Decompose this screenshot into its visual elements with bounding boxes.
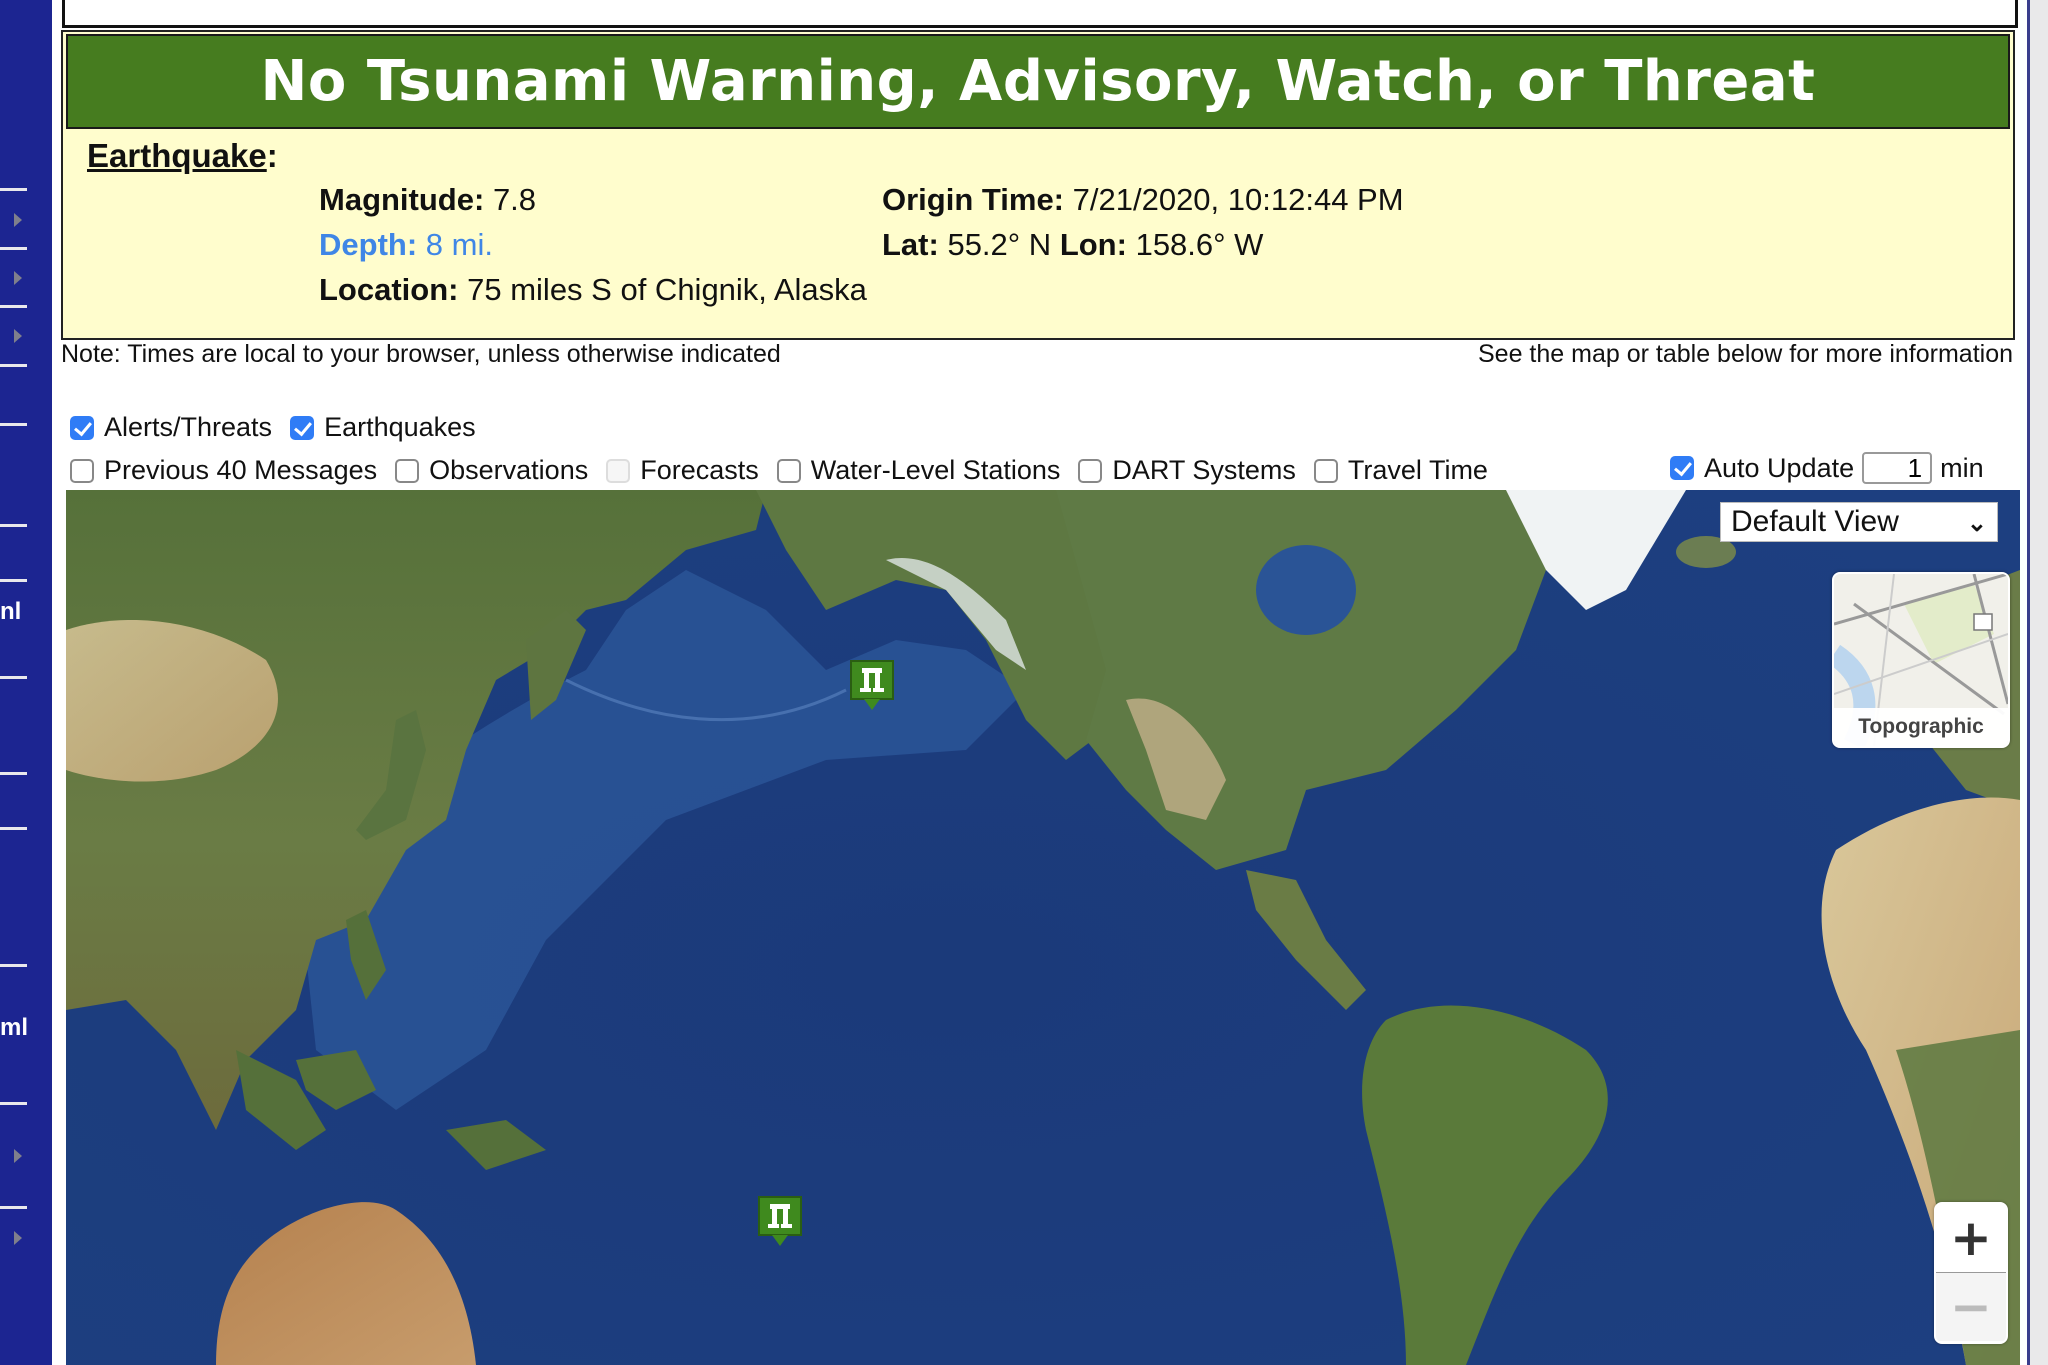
sidebar-divider — [0, 247, 27, 250]
more-info-note: See the map or table below for more info… — [1478, 340, 2013, 368]
auto-update-interval-input[interactable] — [1862, 452, 1933, 484]
map-view-select-value: Default View — [1731, 505, 1899, 538]
sidebar-expand-arrow-icon[interactable] — [14, 1231, 22, 1245]
sidebar-divider — [0, 579, 27, 582]
depth-label: Depth: — [319, 227, 418, 262]
satellite-basemap — [66, 490, 2020, 1365]
sidebar-expand-arrow-icon[interactable] — [14, 329, 22, 343]
observations-checkbox[interactable] — [395, 458, 420, 483]
location-value: 75 miles S of Chignik, Alaska — [467, 272, 867, 307]
sidebar-divider — [0, 676, 27, 679]
auto-update-checkbox[interactable] — [1670, 456, 1694, 480]
map-view-select[interactable]: Default View ⌄ — [1720, 502, 1998, 542]
layer-toggle-previous-messages[interactable]: Previous 40 Messages — [70, 455, 377, 486]
sidebar-divider — [0, 772, 27, 775]
lat-value: 55.2° N — [947, 227, 1052, 262]
checkbox-label: Observations — [429, 455, 589, 485]
basemap-label: Topographic — [1834, 708, 2008, 746]
layer-toggles-row-2: Previous 40 Messages Observations Foreca… — [70, 455, 1506, 486]
previous-messages-checkbox[interactable] — [70, 458, 94, 483]
earthquakes-checkbox[interactable] — [290, 415, 315, 440]
sidebar-item-label[interactable]: ml — [0, 1014, 28, 1042]
checkbox-label: Alerts/Threats — [104, 412, 273, 442]
origin-time-field: Origin Time: 7/21/2020, 10:12:44 PM — [882, 182, 1404, 218]
hudson-bay — [1256, 545, 1356, 635]
magnitude-value: 7.8 — [492, 182, 537, 217]
auto-update-unit: min — [1940, 452, 1984, 483]
checkbox-label: Earthquakes — [324, 412, 476, 442]
event-summary-box: No Tsunami Warning, Advisory, Watch, or … — [61, 30, 2015, 340]
depth-field[interactable]: Depth: 8 mi. — [319, 227, 493, 263]
layer-toggle-earthquakes[interactable]: Earthquakes — [290, 412, 476, 443]
main-content: No Tsunami Warning, Advisory, Watch, or … — [52, 0, 2030, 1365]
sidebar-expand-arrow-icon[interactable] — [14, 1149, 22, 1163]
travel-time-checkbox[interactable] — [1313, 458, 1338, 483]
lon-value: 158.6° W — [1135, 227, 1264, 262]
layer-toggle-dart-systems[interactable]: DART Systems — [1078, 455, 1296, 486]
top-bar — [62, 0, 2018, 28]
layer-toggle-forecasts: Forecasts — [606, 455, 759, 486]
auto-update-control: Auto Update min — [1670, 452, 1984, 484]
checkbox-label: Travel Time — [1347, 455, 1488, 485]
earthquake-heading: Earthquake: — [87, 137, 278, 174]
sidebar-divider — [0, 524, 27, 527]
zoom-in-button[interactable]: + — [1936, 1204, 2006, 1273]
origin-time-value: 7/21/2020, 10:12:44 PM — [1072, 182, 1404, 217]
checkbox-label: Forecasts — [640, 455, 759, 485]
alerts-threats-checkbox[interactable] — [70, 415, 94, 440]
tsunami-event-marker-south-pacific[interactable] — [758, 1196, 802, 1248]
checkbox-label: Previous 40 Messages — [104, 455, 378, 485]
lat-label: Lat: — [882, 227, 939, 262]
magnitude-label: Magnitude: — [319, 182, 485, 217]
sidebar-divider — [0, 305, 27, 308]
auto-update-label: Auto Update — [1704, 452, 1855, 483]
earthquake-heading-text: Earthquake — [87, 137, 267, 174]
time-note: Note: Times are local to your browser, u… — [61, 340, 781, 368]
sidebar-divider — [0, 827, 27, 830]
sidebar-divider — [0, 364, 27, 367]
location-label: Location: — [319, 272, 459, 307]
tsunami-event-marker-alaska[interactable] — [850, 660, 894, 712]
left-nav-sidebar: nl ml — [0, 0, 52, 1365]
chevron-down-icon: ⌄ — [1966, 510, 1987, 537]
layer-toggles-row-1: Alerts/Threats Earthquakes — [70, 412, 494, 443]
layer-toggle-water-level-stations[interactable]: Water-Level Stations — [776, 455, 1061, 486]
origin-time-label: Origin Time: — [882, 182, 1065, 217]
dart-systems-checkbox[interactable] — [1078, 458, 1103, 483]
sidebar-expand-arrow-icon[interactable] — [14, 271, 22, 285]
checkbox-label: Water-Level Stations — [810, 455, 1061, 485]
sidebar-divider — [0, 1102, 27, 1105]
water-level-stations-checkbox[interactable] — [776, 458, 801, 483]
forecasts-checkbox — [606, 458, 631, 483]
sidebar-divider — [0, 964, 27, 967]
sidebar-divider — [0, 188, 27, 191]
world-map[interactable]: Default View ⌄ Topographic + − — [66, 490, 2020, 1365]
location-field: Location: 75 miles S of Chignik, Alaska — [319, 272, 867, 308]
sidebar-expand-arrow-icon[interactable] — [14, 213, 22, 227]
layer-toggle-observations[interactable]: Observations — [395, 455, 588, 486]
sidebar-item-label[interactable]: nl — [0, 598, 21, 626]
depth-value: 8 mi. — [425, 227, 493, 262]
coordinates-field: Lat: 55.2° N Lon: 158.6° W — [882, 227, 1263, 263]
checkbox-label: DART Systems — [1112, 455, 1296, 485]
zoom-out-button[interactable]: − — [1936, 1273, 2006, 1341]
magnitude-field: Magnitude: 7.8 — [319, 182, 536, 218]
sidebar-divider — [0, 1206, 27, 1209]
basemap-toggle[interactable]: Topographic — [1832, 572, 2010, 748]
layer-toggle-travel-time[interactable]: Travel Time — [1313, 455, 1488, 486]
map-zoom-control: + − — [1934, 1202, 2008, 1344]
tsunami-status-banner: No Tsunami Warning, Advisory, Watch, or … — [66, 34, 2010, 129]
lon-label: Lon: — [1059, 227, 1127, 262]
sidebar-divider — [0, 423, 27, 426]
layer-toggle-alerts-threats[interactable]: Alerts/Threats — [70, 412, 272, 443]
